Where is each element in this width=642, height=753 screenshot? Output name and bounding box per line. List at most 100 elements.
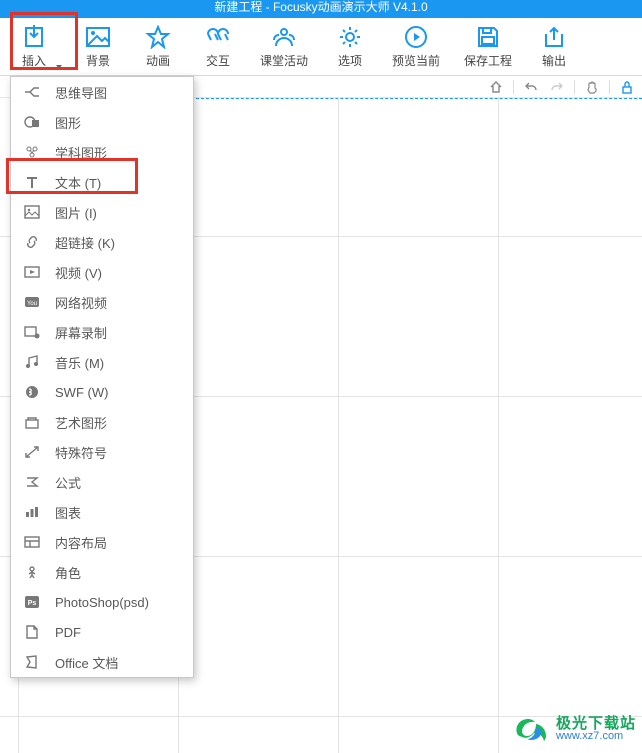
artshape-icon	[23, 413, 41, 431]
menu-formula[interactable]: 公式	[11, 467, 193, 497]
svg-text:You: You	[27, 301, 37, 307]
save-button[interactable]: 保存工程	[452, 18, 524, 75]
menu-label: 网络视频	[55, 293, 107, 312]
menu-specialchar[interactable]: 特殊符号	[11, 437, 193, 467]
mindmap-icon	[23, 83, 41, 101]
menu-label: SWF (W)	[55, 385, 108, 400]
options-button[interactable]: 选项	[320, 18, 380, 75]
menu-label: 图片 (I)	[55, 203, 97, 222]
menu-chart[interactable]: 图表	[11, 497, 193, 527]
menu-label: 屏幕录制	[55, 323, 107, 342]
background-button[interactable]: 背景	[68, 18, 128, 75]
watermark-text-url: www.xz7.com	[556, 731, 636, 742]
screenrec-icon	[23, 323, 41, 341]
preview-icon	[402, 24, 430, 50]
background-icon	[84, 24, 112, 50]
menu-artshape[interactable]: 艺术图形	[11, 407, 193, 437]
watermark: 极光下载站 www.xz7.com	[512, 713, 636, 745]
menu-label: PDF	[55, 625, 81, 640]
menu-label: 图形	[55, 113, 81, 132]
image-icon	[23, 203, 41, 221]
character-icon	[23, 563, 41, 581]
video-icon	[23, 263, 41, 281]
menu-text[interactable]: 文本 (T)	[11, 167, 193, 197]
insert-button[interactable]: 插入	[0, 18, 68, 75]
hand-icon[interactable]	[583, 78, 601, 96]
photoshop-icon: Ps	[23, 593, 41, 611]
animation-icon	[144, 24, 172, 50]
menu-swf[interactable]: SWF (W)	[11, 377, 193, 407]
menu-label: 超链接 (K)	[55, 233, 115, 252]
class-activity-icon	[270, 24, 298, 50]
layout-icon	[23, 533, 41, 551]
menu-video[interactable]: 视频 (V)	[11, 257, 193, 287]
menu-label: 图表	[55, 503, 81, 522]
interaction-button[interactable]: 交互	[188, 18, 248, 75]
pdf-icon	[23, 623, 41, 641]
text-icon	[23, 173, 41, 191]
menu-label: 特殊符号	[55, 443, 107, 462]
menu-office[interactable]: Office 文档	[11, 647, 193, 677]
subject-shape-icon	[23, 143, 41, 161]
menu-shape[interactable]: 图形	[11, 107, 193, 137]
menu-label: 学科图形	[55, 143, 107, 162]
preview-button[interactable]: 预览当前	[380, 18, 452, 75]
menu-subject-shape[interactable]: 学科图形	[11, 137, 193, 167]
insert-label: 插入	[22, 52, 46, 69]
menu-screenrec[interactable]: 屏幕录制	[11, 317, 193, 347]
save-icon	[474, 24, 502, 50]
specialchar-icon	[23, 443, 41, 461]
swf-icon	[23, 383, 41, 401]
watermark-logo-icon	[512, 713, 550, 745]
shape-icon	[23, 113, 41, 131]
chart-icon	[23, 503, 41, 521]
music-icon	[23, 353, 41, 371]
options-label: 选项	[338, 52, 362, 69]
menu-pdf[interactable]: PDF	[11, 617, 193, 647]
animation-button[interactable]: 动画	[128, 18, 188, 75]
svg-text:Ps: Ps	[28, 600, 37, 607]
link-icon	[23, 233, 41, 251]
redo-icon[interactable]	[548, 78, 566, 96]
selection-dash	[196, 98, 642, 99]
menu-label: 角色	[55, 563, 81, 582]
export-icon	[540, 24, 568, 50]
export-button[interactable]: 输出	[524, 18, 584, 75]
animation-label: 动画	[146, 52, 170, 69]
undo-icon[interactable]	[522, 78, 540, 96]
menu-music[interactable]: 音乐 (M)	[11, 347, 193, 377]
options-icon	[336, 24, 364, 50]
home-icon[interactable]	[487, 78, 505, 96]
menu-mindmap[interactable]: 思维导图	[11, 77, 193, 107]
separator	[513, 80, 514, 94]
menu-label: 视频 (V)	[55, 263, 102, 282]
class-activity-label: 课堂活动	[260, 52, 308, 69]
insert-dropdown: 思维导图 图形 学科图形 文本 (T) 图片 (I) 超链接 (K) 视频 (V…	[10, 76, 194, 678]
menu-label: 内容布局	[55, 533, 107, 552]
main-toolbar: 插入 背景 动画 交互 课堂活动 选项 预览当前	[0, 18, 642, 76]
office-icon	[23, 653, 41, 671]
insert-icon	[20, 24, 48, 50]
menu-label: 公式	[55, 473, 81, 492]
lock-icon[interactable]	[618, 78, 636, 96]
menu-character[interactable]: 角色	[11, 557, 193, 587]
class-activity-button[interactable]: 课堂活动	[248, 18, 320, 75]
menu-label: 音乐 (M)	[55, 353, 104, 372]
gridline	[498, 98, 499, 753]
window-title: 新建工程 - Focusky动画演示大师 V4.1.0	[214, 0, 427, 14]
menu-photoshop[interactable]: Ps PhotoShop(psd)	[11, 587, 193, 617]
export-label: 输出	[542, 52, 566, 69]
gridline	[338, 98, 339, 753]
interaction-icon	[204, 24, 232, 50]
webvideo-icon: You	[23, 293, 41, 311]
menu-webvideo[interactable]: You 网络视频	[11, 287, 193, 317]
menu-label: Office 文档	[55, 653, 118, 672]
separator	[574, 80, 575, 94]
menu-hyperlink[interactable]: 超链接 (K)	[11, 227, 193, 257]
formula-icon	[23, 473, 41, 491]
menu-label: 思维导图	[55, 83, 107, 102]
menu-image[interactable]: 图片 (I)	[11, 197, 193, 227]
menu-layout[interactable]: 内容布局	[11, 527, 193, 557]
watermark-text-cn: 极光下载站	[556, 716, 636, 731]
caret-down-icon	[56, 65, 62, 69]
